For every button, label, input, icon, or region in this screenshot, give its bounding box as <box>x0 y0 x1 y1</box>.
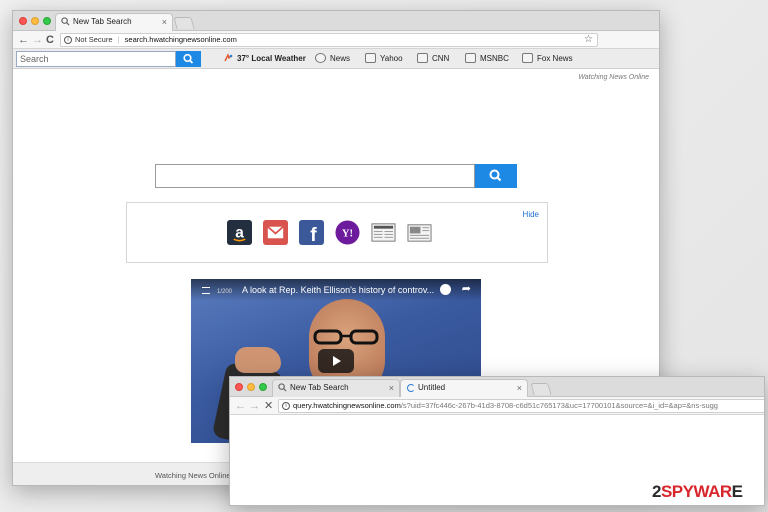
url-text: search.hwatchingnewsonline.com <box>124 35 237 44</box>
info-icon[interactable]: i <box>282 402 290 410</box>
back-button[interactable]: ← <box>235 398 246 414</box>
newspaper-icon[interactable] <box>407 220 432 245</box>
svg-text:f: f <box>310 225 317 245</box>
msnbc-link[interactable]: MSNBC <box>465 53 509 65</box>
close-window-button[interactable] <box>235 383 243 391</box>
fox-news-link[interactable]: Fox News <box>522 53 573 65</box>
close-tab-icon[interactable]: × <box>162 14 167 30</box>
watermark-suffix: E <box>731 482 743 501</box>
url-input[interactable]: i query.hwatchingnewsonline.com/s?uid=37… <box>278 399 764 413</box>
new-tab-button[interactable] <box>530 383 552 395</box>
watermark-prefix: 2 <box>652 482 661 501</box>
main-search-input[interactable] <box>155 164 475 188</box>
weather-label: 37° Local Weather <box>237 54 306 63</box>
svg-text:a: a <box>235 224 244 241</box>
address-bar: ← → C i Not Secure | search.hwatchingnew… <box>13 31 659 49</box>
fox-news-label: Fox News <box>537 54 573 63</box>
share-icon[interactable]: ➦ <box>462 283 471 295</box>
search-icon <box>489 169 502 182</box>
address-bar: ← → ✕ i query.hwatchingnewsonline.com/s?… <box>230 397 764 415</box>
news-label: News <box>330 54 351 63</box>
watermark-accent: SPYWAR <box>660 482 732 501</box>
yahoo-icon[interactable]: Y! <box>335 220 360 245</box>
stop-button[interactable]: ✕ <box>264 398 273 414</box>
close-window-button[interactable] <box>19 17 27 25</box>
cnn-link[interactable]: CNN <box>417 53 449 65</box>
forward-button[interactable]: → <box>32 32 43 48</box>
minimize-window-button[interactable] <box>247 383 255 391</box>
weather-icon <box>224 53 233 62</box>
playlist-icon[interactable] <box>202 287 210 294</box>
tab-title: New Tab Search <box>73 17 132 26</box>
info-icon[interactable]: i <box>64 36 72 44</box>
maximize-window-button[interactable] <box>259 383 267 391</box>
watch-later-icon[interactable] <box>440 284 451 295</box>
news-icon <box>315 53 326 63</box>
msnbc-label: MSNBC <box>480 54 509 63</box>
amazon-icon[interactable]: a <box>227 220 252 245</box>
hide-link[interactable]: Hide <box>523 210 539 219</box>
close-tab-icon[interactable]: × <box>517 380 522 396</box>
title-bar: New Tab Search × Untitled × <box>230 377 764 397</box>
not-secure-label: Not Secure <box>75 35 113 44</box>
play-button[interactable] <box>318 349 354 373</box>
back-button[interactable]: ← <box>18 32 29 48</box>
yahoo-icon <box>365 53 376 63</box>
search-icon <box>61 17 70 26</box>
news-link[interactable]: News <box>315 53 350 65</box>
glasses-shape <box>313 329 379 345</box>
watermark-logo: 2SPYWARE <box>652 482 743 502</box>
video-title[interactable]: A look at Rep. Keith Ellison's history o… <box>242 285 434 295</box>
cnn-label: CNN <box>432 54 450 63</box>
bookmark-star-icon[interactable]: ☆ <box>584 34 593 46</box>
footer-text[interactable]: Watching News Online <box>155 471 231 480</box>
facebook-icon[interactable]: f <box>299 220 324 245</box>
tab-title: Untitled <box>418 383 446 392</box>
maximize-window-button[interactable] <box>43 17 51 25</box>
forward-button[interactable]: → <box>249 398 260 414</box>
shortcut-panel: Hide a f Y! <box>126 202 548 263</box>
loading-spinner-icon <box>407 384 415 392</box>
video-counter: 1/200 <box>217 289 233 295</box>
reload-button[interactable]: C <box>46 32 54 48</box>
toolbar-search-input[interactable] <box>16 51 176 67</box>
url-path: /s?uid=37fc446c-267b-41d3-8708-c6d51c765… <box>400 401 718 410</box>
brand-text: Watching News Online <box>578 74 649 81</box>
newspaper-icon[interactable] <box>371 220 396 245</box>
tab-new-tab-search[interactable]: New Tab Search × <box>272 379 400 397</box>
minimize-window-button[interactable] <box>31 17 39 25</box>
yahoo-link[interactable]: Yahoo <box>365 53 403 65</box>
extension-toolbar: 37° Local Weather News Yahoo CNN MSNBC F… <box>13 49 659 69</box>
search-icon <box>278 383 287 392</box>
cnn-icon <box>417 53 428 63</box>
toolbar-search-button[interactable] <box>176 51 201 67</box>
close-tab-icon[interactable]: × <box>389 380 394 396</box>
url-host: query.hwatchingnewsonline.com <box>293 401 401 410</box>
main-search-button[interactable] <box>475 164 517 188</box>
svg-text:Y!: Y! <box>342 228 353 239</box>
url-separator: | <box>117 35 120 44</box>
gmail-icon[interactable] <box>263 220 288 245</box>
title-bar: New Tab Search × <box>13 11 659 31</box>
tab-new-tab-search[interactable]: New Tab Search × <box>55 13 173 31</box>
msnbc-icon <box>465 53 476 63</box>
weather-link[interactable]: 37° Local Weather <box>223 53 306 65</box>
video-title-bar: 1/200 A look at Rep. Keith Ellison's his… <box>191 279 481 301</box>
tab-untitled[interactable]: Untitled × <box>400 379 528 397</box>
url-input[interactable]: i Not Secure | search.hwatchingnewsonlin… <box>60 33 598 47</box>
new-tab-button[interactable] <box>173 17 195 29</box>
search-icon <box>183 53 194 64</box>
tab-title: New Tab Search <box>290 383 349 392</box>
foxnews-icon <box>522 53 533 63</box>
yahoo-label: Yahoo <box>380 54 403 63</box>
